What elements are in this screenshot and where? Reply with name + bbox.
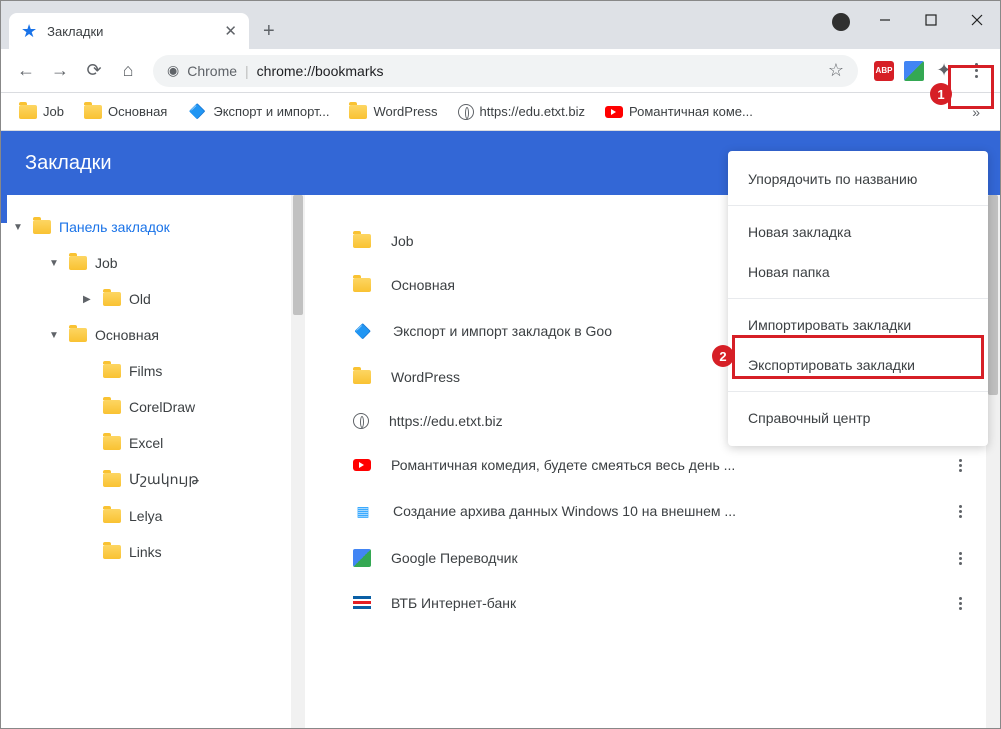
item-menu-button[interactable] xyxy=(959,552,970,565)
menu-new-folder[interactable]: Новая папка xyxy=(728,252,988,292)
bookmark-star-icon: ★ xyxy=(21,21,37,42)
caret-right-icon: ▶ xyxy=(83,294,95,305)
folder-icon xyxy=(103,292,121,306)
home-button[interactable]: ⌂ xyxy=(111,54,145,88)
bookmark-page-button[interactable]: ☆ xyxy=(828,60,844,81)
annotation-step-1: 1 xyxy=(930,83,952,105)
youtube-icon xyxy=(605,106,623,118)
folder-icon xyxy=(103,509,121,523)
item-menu-button[interactable] xyxy=(959,505,970,518)
folder-icon xyxy=(349,105,367,119)
folder-icon xyxy=(69,328,87,342)
folder-icon xyxy=(19,105,37,119)
site-icon: 🔷 xyxy=(187,102,207,122)
omnibox-url: chrome://bookmarks xyxy=(257,63,384,79)
item-menu-button[interactable] xyxy=(959,459,970,472)
folder-icon xyxy=(103,473,121,487)
tree-item[interactable]: Links xyxy=(1,534,291,570)
omnibox[interactable]: ◉ Chrome | chrome://bookmarks ☆ xyxy=(153,55,858,87)
bookmark-bar-item[interactable]: WordPress xyxy=(341,100,445,123)
item-menu-button[interactable] xyxy=(959,597,970,610)
caret-down-icon: ▼ xyxy=(49,330,61,341)
tree-item[interactable]: Films xyxy=(1,353,291,389)
bookmark-bar-overflow[interactable]: » xyxy=(962,104,990,120)
folder-icon xyxy=(69,256,87,270)
site-icon: 🔷 xyxy=(353,321,373,341)
folder-icon xyxy=(84,105,102,119)
maximize-button[interactable] xyxy=(908,1,954,39)
new-tab-button[interactable]: + xyxy=(249,20,289,43)
list-item[interactable]: ВТБ Интернет-банк xyxy=(337,581,986,625)
globe-icon xyxy=(353,413,369,429)
menu-new-bookmark[interactable]: Новая закладка xyxy=(728,212,988,252)
back-button[interactable]: ← xyxy=(9,54,43,88)
menu-export-bookmarks[interactable]: Экспортировать закладки xyxy=(728,345,988,385)
profile-badge[interactable] xyxy=(832,13,850,31)
folder-icon xyxy=(353,278,371,292)
extensions-button[interactable]: ✦ xyxy=(930,57,958,85)
tree-item[interactable]: ▼Основная xyxy=(1,317,291,353)
tree-item[interactable]: Excel xyxy=(1,425,291,461)
bookmark-bar-item[interactable]: Романтичная коме... xyxy=(597,100,761,123)
scrollbar[interactable] xyxy=(986,195,1000,728)
selection-marker xyxy=(1,195,7,223)
tab-strip: ★ Закладки ✕ + xyxy=(1,1,1000,49)
extension-abp[interactable]: ABP xyxy=(870,57,898,85)
folder-icon xyxy=(103,545,121,559)
forward-button[interactable]: → xyxy=(43,54,77,88)
list-item[interactable]: Google Переводчик xyxy=(337,535,986,581)
tree-item[interactable]: CorelDraw xyxy=(1,389,291,425)
browser-tab[interactable]: ★ Закладки ✕ xyxy=(9,13,249,49)
menu-import-bookmarks[interactable]: Импортировать закладки xyxy=(728,305,988,345)
list-item[interactable]: Романтичная комедия, будете смеяться вес… xyxy=(337,443,986,487)
bookmark-bar-item[interactable]: https://edu.etxt.biz xyxy=(450,100,594,124)
folder-icon xyxy=(353,370,371,384)
scrollbar[interactable] xyxy=(291,195,305,728)
extension-google-translate[interactable] xyxy=(900,57,928,85)
bookmark-bar-item[interactable]: 🔷Экспорт и импорт... xyxy=(179,98,337,126)
tree-root[interactable]: ▼Панель закладок xyxy=(1,209,291,245)
caret-down-icon: ▼ xyxy=(13,222,25,233)
chrome-menu-button[interactable] xyxy=(960,55,992,87)
close-window-button[interactable] xyxy=(954,1,1000,39)
reload-button[interactable]: ⟳ xyxy=(77,54,111,88)
tree-item[interactable]: ▼Job xyxy=(1,245,291,281)
bookmarks-menu-popup: Упорядочить по названию Новая закладка Н… xyxy=(728,151,988,446)
tab-title: Закладки xyxy=(47,24,103,39)
menu-sort-by-name[interactable]: Упорядочить по названию xyxy=(728,159,988,199)
bookmark-bar-item[interactable]: Job xyxy=(11,100,72,123)
tree-item[interactable]: Մշակույթ xyxy=(1,461,291,498)
sidebar-tree: ▼Панель закладок ▼Job ▶Old ▼Основная Fil… xyxy=(1,195,291,728)
bookmark-bar-item[interactable]: Основная xyxy=(76,100,175,123)
toolbar: ← → ⟳ ⌂ ◉ Chrome | chrome://bookmarks ☆ … xyxy=(1,49,1000,93)
page-title: Закладки xyxy=(25,152,112,175)
tab-close-button[interactable]: ✕ xyxy=(204,22,237,40)
globe-icon xyxy=(458,104,474,120)
vtb-icon xyxy=(353,596,371,610)
youtube-icon xyxy=(353,459,371,471)
site-identity-icon: ◉ xyxy=(167,62,179,79)
folder-icon xyxy=(353,234,371,248)
folder-icon xyxy=(103,436,121,450)
folder-icon xyxy=(103,400,121,414)
tree-item[interactable]: ▶Old xyxy=(1,281,291,317)
menu-help-center[interactable]: Справочный центр xyxy=(728,398,988,438)
folder-icon xyxy=(103,364,121,378)
bookmarks-bar: Job Основная 🔷Экспорт и импорт... WordPr… xyxy=(1,93,1000,131)
tree-item[interactable]: Lelya xyxy=(1,498,291,534)
list-item[interactable]: ▦Создание архива данных Windows 10 на вн… xyxy=(337,487,986,535)
folder-icon xyxy=(33,220,51,234)
minimize-button[interactable] xyxy=(862,1,908,39)
google-translate-icon xyxy=(353,549,371,567)
omnibox-brand: Chrome xyxy=(187,63,237,79)
site-icon: ▦ xyxy=(353,501,373,521)
annotation-step-2: 2 xyxy=(712,345,734,367)
caret-down-icon: ▼ xyxy=(49,258,61,269)
